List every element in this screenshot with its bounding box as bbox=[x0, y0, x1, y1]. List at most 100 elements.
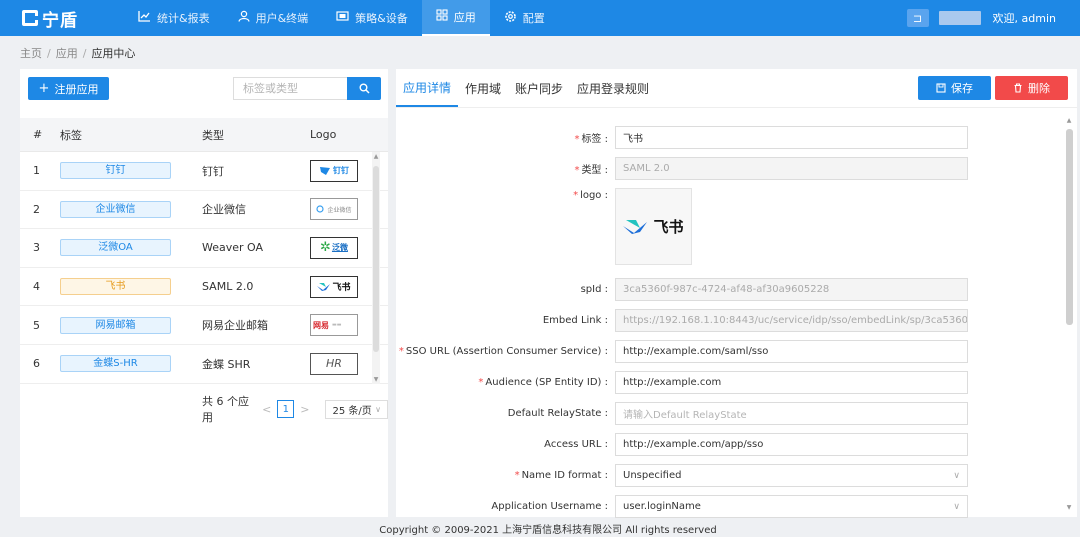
field-relay-row: Default RelayState : 请输入Default RelaySta… bbox=[396, 402, 1056, 425]
nav-label: 策略&设备 bbox=[355, 12, 408, 25]
tab-login-rules[interactable]: 应用登录规则 bbox=[570, 69, 656, 107]
page-size-select[interactable]: 25 条/页 ∨ bbox=[325, 399, 388, 419]
embed-link-input: https://192.168.1.10:8443/uc/service/idp… bbox=[615, 309, 968, 332]
row-type: Weaver OA bbox=[202, 241, 264, 255]
wecom-logo: 企业微信 bbox=[310, 198, 358, 221]
trash-icon bbox=[1014, 83, 1022, 93]
nav-item-stats[interactable]: 统计&报表 bbox=[124, 0, 224, 36]
row-type: 金蝶 SHR bbox=[202, 357, 251, 371]
app-list-panel: + 注册应用 # 标签 类型 Logo 1 钉钉 钉钉 钉钉 2 企业微信 企业… bbox=[20, 69, 388, 517]
app-username-select[interactable]: user.loginName ∨ bbox=[615, 495, 968, 518]
table-row[interactable]: 3 泛微OA Weaver OA ✲ 泛微 bbox=[20, 229, 388, 268]
feishu-logo: 飞书 bbox=[310, 275, 358, 298]
nav-item-users[interactable]: 用户&终端 bbox=[224, 0, 323, 36]
tag-badge: 网易邮箱 bbox=[60, 316, 171, 334]
kingdee-logo: HR bbox=[310, 352, 358, 375]
tag-badge: 钉钉 bbox=[60, 162, 171, 180]
field-embed-row: Embed Link : https://192.168.1.10:8443/u… bbox=[396, 309, 1056, 332]
nav-label: 配置 bbox=[522, 12, 545, 25]
breadcrumb-apps[interactable]: 应用 bbox=[56, 47, 78, 60]
row-index: 5 bbox=[33, 318, 40, 332]
breadcrumb: 主页 / 应用 / 应用中心 bbox=[20, 47, 136, 60]
type-input: SAML 2.0 bbox=[615, 157, 968, 180]
breadcrumb-home[interactable]: 主页 bbox=[20, 47, 42, 60]
avatar[interactable] bbox=[938, 11, 981, 25]
tag-badge: 企业微信 bbox=[60, 200, 171, 218]
table-row[interactable]: 1 钉钉 钉钉 钉钉 bbox=[20, 152, 388, 191]
dingtalk-logo: 钉钉 bbox=[310, 159, 358, 182]
table-row[interactable]: 5 网易邮箱 网易企业邮箱 网易 ▬▬ bbox=[20, 306, 388, 345]
field-access-row: Access URL : http://example.com/app/sso bbox=[396, 433, 1056, 456]
footer-copyright: Copyright © 2009-2021 上海宁盾信息科技有限公司 All r… bbox=[379, 525, 717, 536]
main-nav: 统计&报表 用户&终端 策略&设备 应用 配置 bbox=[124, 0, 559, 36]
field-audience-row: * Audience (SP Entity ID) : http://exampl… bbox=[396, 371, 1056, 394]
row-index: 3 bbox=[33, 241, 40, 255]
nav-label: 用户&终端 bbox=[255, 12, 309, 25]
netease-logo: 网易 ▬▬ bbox=[310, 314, 358, 337]
save-button[interactable]: 保存 bbox=[918, 76, 991, 100]
welcome-text[interactable]: 欢迎, admin bbox=[993, 10, 1056, 26]
col-logo: Logo bbox=[310, 128, 337, 141]
row-index: 6 bbox=[33, 357, 40, 371]
weaver-logo: ✲ 泛微 bbox=[310, 236, 358, 259]
tab-account-sync[interactable]: 账户同步 bbox=[508, 69, 570, 107]
user-area: ⊐ 欢迎, admin bbox=[906, 0, 1056, 36]
table-row[interactable]: 2 企业微信 企业微信 企业微信 bbox=[20, 191, 388, 230]
spid-input: 3ca5360f-987c-4724-af48-af30a9605228 bbox=[615, 278, 968, 301]
logout-icon[interactable]: ⊐ bbox=[906, 9, 929, 27]
plus-icon: + bbox=[38, 81, 50, 96]
page-number[interactable]: 1 bbox=[277, 400, 295, 418]
user-icon bbox=[237, 10, 250, 26]
table-row[interactable]: 6 金蝶S-HR 金蝶 SHR HR bbox=[20, 345, 388, 384]
top-navbar: 宁盾 统计&报表 用户&终端 策略&设备 应用 配置 ⊐ 欢迎, admin bbox=[0, 0, 1080, 36]
search-icon bbox=[359, 83, 370, 94]
table-row[interactable]: 4 飞书 SAML 2.0 飞书 bbox=[20, 268, 388, 307]
field-nameid-row: * Name ID format : Unspecified ∨ bbox=[396, 464, 1056, 487]
sso-url-input[interactable]: http://example.com/saml/sso bbox=[615, 340, 968, 363]
breadcrumb-current: 应用中心 bbox=[91, 47, 136, 60]
gear-icon bbox=[504, 10, 517, 27]
prev-page-icon[interactable]: < bbox=[262, 403, 271, 416]
search-input[interactable] bbox=[233, 77, 347, 100]
row-type: 网易企业邮箱 bbox=[202, 319, 268, 333]
row-type: 企业微信 bbox=[202, 203, 246, 217]
row-index: 2 bbox=[33, 202, 40, 216]
register-app-button[interactable]: + 注册应用 bbox=[28, 77, 109, 100]
tag-badge: 金蝶S-HR bbox=[60, 355, 171, 373]
brand-mark-icon bbox=[22, 10, 38, 26]
next-page-icon[interactable]: > bbox=[300, 403, 309, 416]
access-url-input[interactable]: http://example.com/app/sso bbox=[615, 433, 968, 456]
pagination: 共 6 个应用 < 1 > 25 条/页 ∨ bbox=[202, 393, 388, 425]
nav-item-apps[interactable]: 应用 bbox=[421, 0, 490, 36]
col-index: # bbox=[33, 128, 43, 141]
field-sso-row: * SSO URL (Assertion Consumer Service) : … bbox=[396, 340, 1056, 363]
chevron-down-icon: ∨ bbox=[953, 501, 960, 512]
brand-logo[interactable]: 宁盾 bbox=[22, 6, 110, 31]
app-detail-panel: 应用详情 作用域 账户同步 应用登录规则 保存 删除 * 标签 : 飞书 * 类型 … bbox=[396, 69, 1077, 518]
nav-item-policy[interactable]: 策略&设备 bbox=[322, 0, 422, 36]
nav-label: 应用 bbox=[453, 11, 476, 24]
delete-button[interactable]: 删除 bbox=[995, 76, 1068, 100]
device-icon bbox=[336, 10, 349, 26]
detail-scrollbar[interactable]: ▲ ▼ bbox=[1065, 117, 1073, 511]
detail-tabs: 应用详情 作用域 账户同步 应用登录规则 bbox=[396, 69, 656, 107]
row-index: 4 bbox=[33, 280, 40, 294]
field-label-row: * 标签 : 飞书 bbox=[396, 126, 1056, 149]
nav-item-config[interactable]: 配置 bbox=[490, 0, 559, 36]
chevron-down-icon: ∨ bbox=[375, 404, 381, 414]
label-input[interactable]: 飞书 bbox=[615, 126, 968, 149]
tab-app-detail[interactable]: 应用详情 bbox=[396, 69, 459, 107]
table-header: # 标签 类型 Logo bbox=[20, 118, 388, 152]
relaystate-input[interactable]: 请输入Default RelayState bbox=[615, 402, 968, 425]
table-scrollbar[interactable]: ▲ ▼ bbox=[372, 152, 380, 384]
tab-scope[interactable]: 作用域 bbox=[458, 69, 508, 107]
tag-badge: 飞书 bbox=[60, 278, 171, 296]
search-button[interactable] bbox=[347, 77, 381, 100]
logo-upload[interactable]: 飞书 bbox=[615, 188, 692, 265]
brand-name: 宁盾 bbox=[42, 10, 78, 31]
field-username-row: Application Username : user.loginName ∨ bbox=[396, 495, 1056, 518]
nav-label: 统计&报表 bbox=[157, 12, 210, 25]
nameid-format-select[interactable]: Unspecified ∨ bbox=[615, 464, 968, 487]
audience-input[interactable]: http://example.com bbox=[615, 371, 968, 394]
total-count: 共 6 个应用 bbox=[202, 395, 249, 424]
